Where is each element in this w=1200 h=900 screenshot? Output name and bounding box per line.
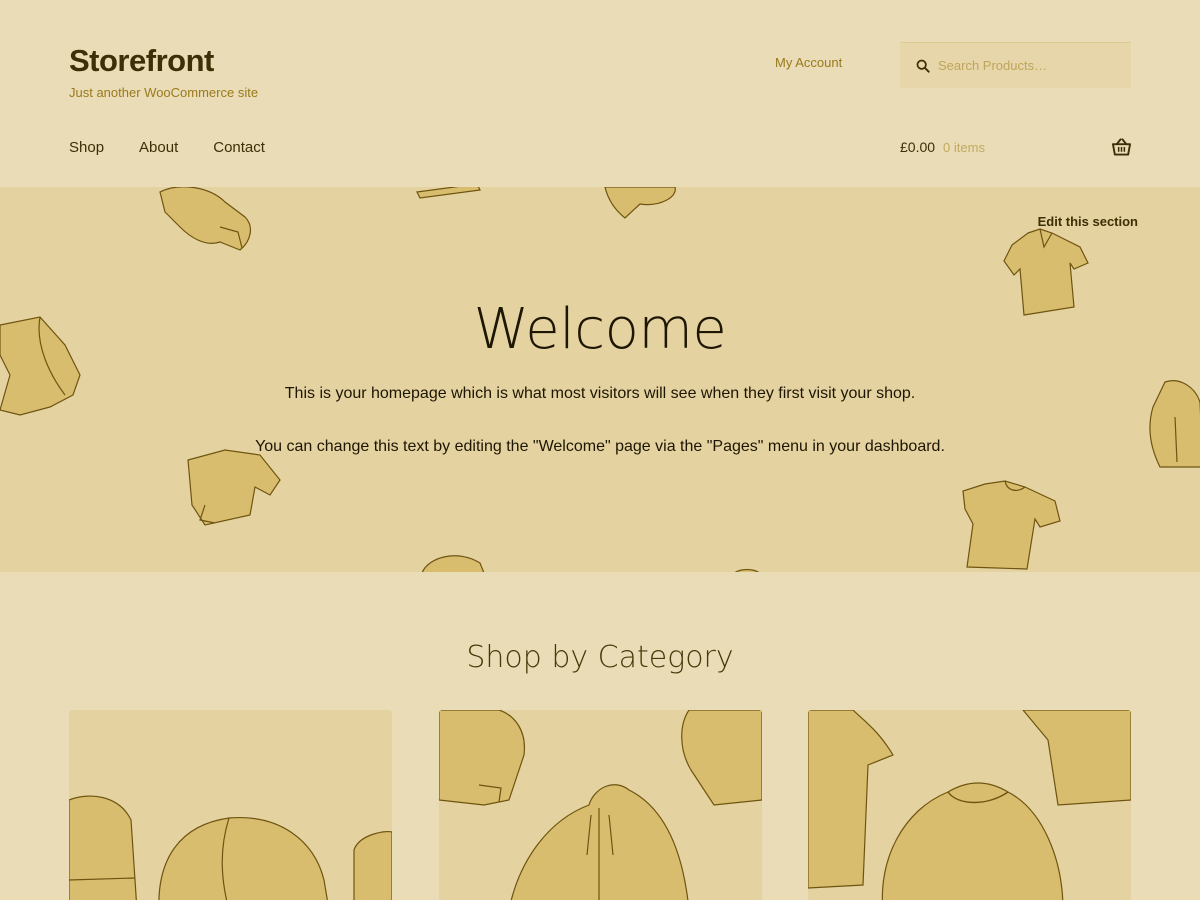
edit-section-link[interactable]: Edit this section xyxy=(1038,214,1138,229)
header-cart[interactable]: £0.00 0 items xyxy=(900,138,1131,156)
nav-item-about[interactable]: About xyxy=(139,139,178,156)
sweatshirt-illustration-icon xyxy=(187,449,281,526)
site-header: Storefront Just another WooCommerce site… xyxy=(0,0,1200,187)
basket-icon[interactable] xyxy=(1112,138,1131,156)
category-card-tshirts[interactable] xyxy=(808,710,1131,900)
tshirt-illustration-icon xyxy=(962,480,1061,570)
tshirts-illustration-icon xyxy=(808,710,1131,900)
search-box[interactable] xyxy=(900,42,1131,88)
cart-count[interactable]: 0 items xyxy=(943,140,985,155)
category-card-hoodies[interactable] xyxy=(439,710,762,900)
nav-item-contact[interactable]: Contact xyxy=(213,139,265,156)
category-card-accessories[interactable] xyxy=(69,710,392,900)
my-account-link[interactable]: My Account xyxy=(775,55,842,70)
hero-paragraph: This is your homepage which is what most… xyxy=(284,385,916,402)
search-input[interactable] xyxy=(938,58,1118,73)
search-icon xyxy=(916,59,930,73)
site-branding: Storefront Just another WooCommerce site xyxy=(69,40,258,100)
page: Storefront Just another WooCommerce site… xyxy=(0,0,1200,900)
site-title[interactable]: Storefront xyxy=(69,40,258,82)
garment-edge-illustration-icon xyxy=(416,187,481,199)
nav-item-shop[interactable]: Shop xyxy=(69,139,104,156)
shop-by-category-heading: Shop by Category xyxy=(466,640,734,675)
garment-tip-illustration-icon xyxy=(734,568,760,572)
beanie-illustration-icon xyxy=(604,187,676,219)
cap-edge-illustration-icon xyxy=(421,555,485,572)
hero-paragraph: You can change this text by editing the … xyxy=(255,438,945,455)
cart-amount[interactable]: £0.00 xyxy=(900,139,935,155)
hero-section: Edit this section Welcome This is your h… xyxy=(0,187,1200,572)
hoodie-illustration-icon xyxy=(159,187,252,251)
hoodies-illustration-icon xyxy=(439,710,762,900)
accessories-illustration-icon xyxy=(69,795,392,900)
site-tagline: Just another WooCommerce site xyxy=(69,85,259,100)
primary-navigation: Shop About Contact xyxy=(69,139,265,156)
hero-title: Welcome xyxy=(473,297,727,362)
